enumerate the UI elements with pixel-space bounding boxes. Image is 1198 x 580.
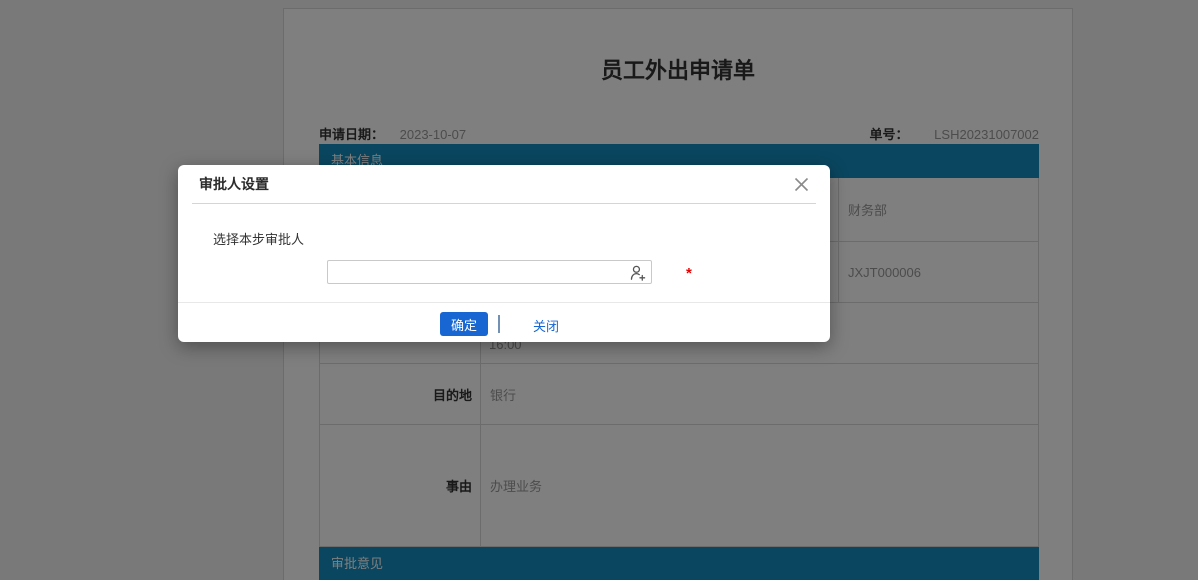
dialog-header: 审批人设置 <box>178 165 830 203</box>
confirm-button[interactable]: 确定 <box>440 312 488 336</box>
dialog-footer: 确定 关闭 <box>178 302 830 342</box>
screen: 员工外出申请单 申请日期： 2023-10-07 单号： LSH20231007… <box>0 0 1198 580</box>
approver-field-label: 选择本步审批人 <box>213 229 304 248</box>
approver-input-wrap <box>327 260 652 284</box>
dialog-body: 选择本步审批人 * <box>178 204 830 302</box>
dialog-title: 审批人设置 <box>199 174 269 194</box>
close-icon[interactable] <box>792 175 810 193</box>
button-divider <box>498 315 500 333</box>
add-person-icon[interactable] <box>629 264 646 281</box>
close-button[interactable]: 关闭 <box>533 316 559 335</box>
required-asterisk: * <box>686 265 692 282</box>
approver-settings-dialog: 审批人设置 选择本步审批人 <box>178 165 830 342</box>
approver-input[interactable] <box>327 260 652 284</box>
